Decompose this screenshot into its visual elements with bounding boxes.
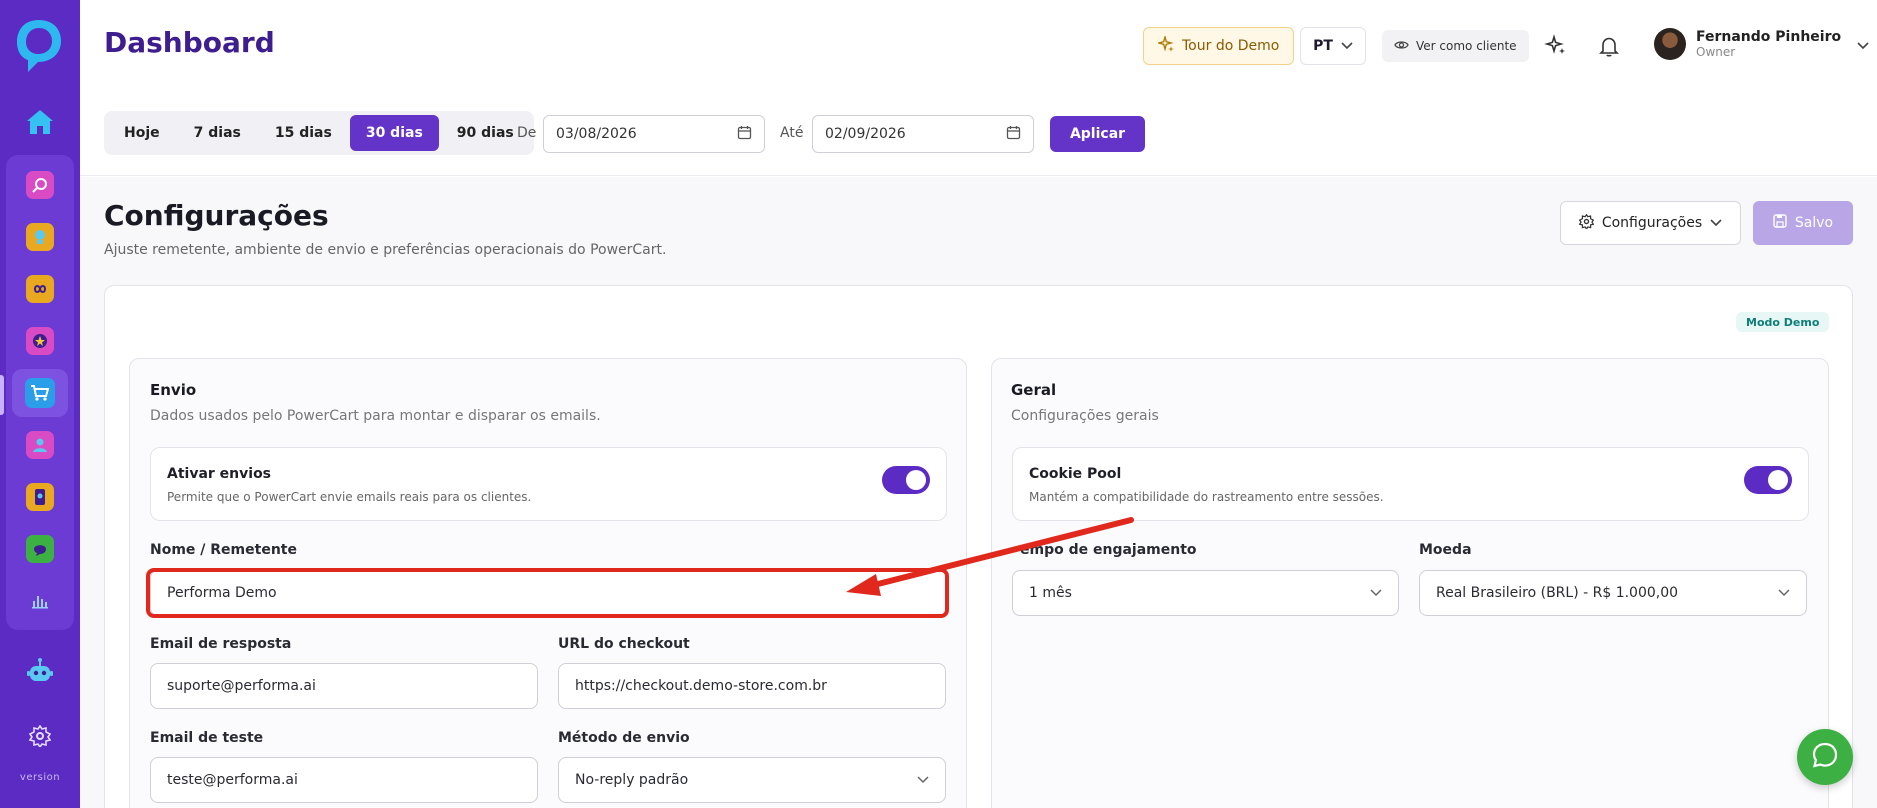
magic-wand-icon[interactable]: [1544, 34, 1568, 58]
geral-title: Geral: [1011, 381, 1057, 399]
activate-sending-toggle[interactable]: [882, 466, 930, 494]
chevron-down-icon: [1857, 35, 1869, 54]
cart-app-icon[interactable]: [12, 369, 68, 417]
chevron-down-icon: [1341, 38, 1353, 54]
save-label: Salvo: [1794, 215, 1834, 231]
activate-sending-desc: Permite que o PowerCart envie emails rea…: [167, 490, 532, 504]
calendar-icon[interactable]: [1006, 125, 1021, 144]
lightbulb-app-icon[interactable]: [26, 223, 54, 251]
gear-icon: [1578, 213, 1595, 233]
send-method-label: Método de envio: [558, 730, 690, 746]
send-method-value: No-reply padrão: [575, 772, 689, 788]
star-app-icon[interactable]: [26, 327, 54, 355]
geral-subtitle: Configurações gerais: [1011, 408, 1159, 424]
page-subtitle: Ajuste remetente, ambiente de envio e pr…: [104, 242, 667, 258]
activate-sending-box: Ativar envios Permite que o PowerCart en…: [150, 447, 947, 521]
user-app-icon[interactable]: [26, 431, 54, 459]
range-7-days[interactable]: 7 dias: [178, 115, 257, 151]
page-heading: Dashboard: [104, 26, 275, 59]
language-label: PT: [1313, 38, 1333, 54]
tour-button[interactable]: Tour do Demo: [1143, 27, 1295, 65]
envio-subtitle: Dados usados pelo PowerCart para montar …: [150, 408, 601, 424]
settings-menu-label: Configurações: [1601, 215, 1703, 231]
reply-email-label: Email de resposta: [150, 636, 292, 652]
user-role: Owner: [1696, 45, 1736, 59]
save-icon: [1773, 214, 1787, 232]
settings-gear-icon[interactable]: [28, 724, 52, 748]
date-range-presets: Hoje 7 dias 15 dias 30 dias 90 dias: [104, 111, 534, 155]
chat-bubble-icon: [1811, 741, 1839, 773]
active-indicator: [0, 375, 4, 415]
checkout-url-value: https://checkout.demo-store.com.br: [575, 678, 827, 694]
engagement-time-label: empo de engajamento: [1020, 542, 1197, 558]
reply-email-input[interactable]: suporte@performa.ai: [150, 663, 538, 709]
to-date-input[interactable]: 02/09/2026: [812, 115, 1034, 153]
robot-icon[interactable]: [24, 655, 56, 687]
annotation-highlight-box: [146, 568, 949, 618]
activate-sending-title: Ativar envios: [167, 466, 272, 482]
version-label: version: [19, 772, 61, 783]
view-as-client-button[interactable]: Ver como cliente: [1382, 30, 1529, 62]
to-date-value: 02/09/2026: [825, 126, 906, 142]
search-app-icon[interactable]: [26, 171, 54, 199]
bell-icon[interactable]: [1597, 34, 1621, 58]
language-select[interactable]: PT: [1300, 27, 1366, 65]
cookie-pool-title: Cookie Pool: [1029, 466, 1122, 482]
chevron-down-icon: [917, 772, 929, 788]
range-today[interactable]: Hoje: [108, 115, 176, 151]
phone-app-icon[interactable]: [26, 483, 54, 511]
currency-select[interactable]: Real Brasileiro (BRL) - R$ 1.000,00: [1419, 570, 1807, 616]
currency-value: Real Brasileiro (BRL) - R$ 1.000,00: [1436, 585, 1679, 601]
eye-icon: [1394, 39, 1409, 54]
test-email-label: Email de teste: [150, 730, 264, 746]
test-email-input[interactable]: teste@performa.ai: [150, 757, 538, 803]
user-name: Fernando Pinheiro: [1696, 29, 1842, 45]
save-button[interactable]: Salvo: [1753, 201, 1853, 245]
cookie-pool-desc: Mantém a compatibilidade do rastreamento…: [1029, 490, 1384, 504]
chevron-down-icon: [1370, 585, 1382, 601]
engagement-time-select[interactable]: 1 mês: [1012, 570, 1399, 616]
checkout-url-label: URL do checkout: [558, 636, 690, 652]
sparkle-icon: [1156, 34, 1174, 56]
cookie-pool-toggle[interactable]: [1744, 466, 1792, 494]
chat-app-icon[interactable]: [26, 535, 54, 563]
reply-email-value: suporte@performa.ai: [167, 678, 316, 694]
view-as-client-label: Ver como cliente: [1416, 39, 1517, 53]
sender-name-label: Nome / Remetente: [150, 542, 297, 558]
from-label: De: [517, 125, 537, 141]
sidebar: version: [0, 0, 80, 808]
tour-label: Tour do Demo: [1182, 38, 1280, 54]
checkout-url-input[interactable]: https://checkout.demo-store.com.br: [558, 663, 946, 709]
calendar-icon[interactable]: [737, 125, 752, 144]
engagement-time-value: 1 mês: [1029, 585, 1072, 601]
whatsapp-chat-button[interactable]: [1797, 729, 1853, 785]
currency-label: Moeda: [1419, 542, 1472, 558]
send-method-select[interactable]: No-reply padrão: [558, 757, 946, 803]
brand-logo[interactable]: [14, 16, 64, 74]
chevron-down-icon: [1710, 215, 1722, 231]
cookie-pool-box: Cookie Pool Mantém a compatibilidade do …: [1012, 447, 1809, 521]
analytics-app-icon[interactable]: [26, 587, 54, 615]
from-date-input[interactable]: 03/08/2026: [543, 115, 765, 153]
page-title: Configurações: [104, 199, 329, 232]
range-30-days[interactable]: 30 dias: [349, 115, 439, 151]
to-label: Até: [780, 125, 804, 141]
avatar: [1654, 28, 1686, 60]
apply-button[interactable]: Aplicar: [1050, 116, 1145, 152]
settings-menu-button[interactable]: Configurações: [1560, 201, 1741, 245]
home-icon[interactable]: [22, 104, 58, 140]
from-date-value: 03/08/2026: [556, 126, 637, 142]
demo-mode-badge: Modo Demo: [1736, 312, 1830, 332]
chevron-down-icon: [1778, 585, 1790, 601]
range-15-days[interactable]: 15 dias: [259, 115, 348, 151]
infinity-app-icon[interactable]: [26, 275, 54, 303]
test-email-value: teste@performa.ai: [167, 772, 298, 788]
user-menu[interactable]: Fernando Pinheiro Owner: [1654, 28, 1869, 60]
envio-title: Envio: [150, 381, 197, 399]
